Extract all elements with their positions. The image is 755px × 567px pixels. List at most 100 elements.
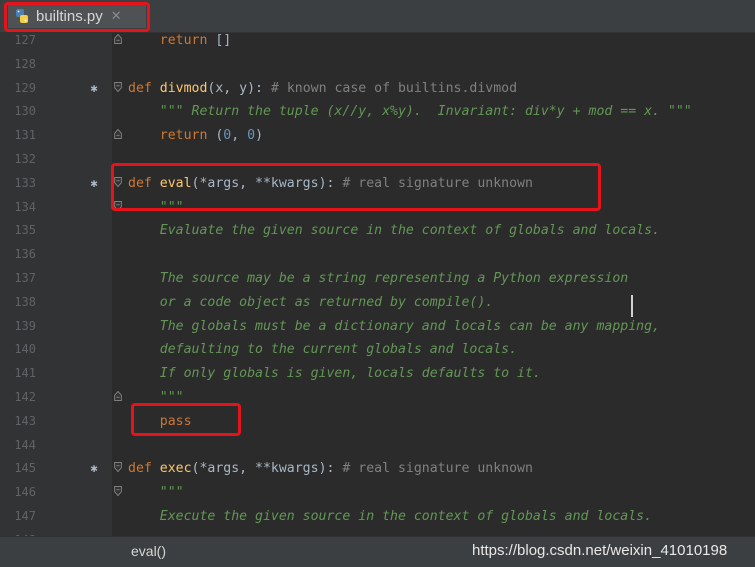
highlight-pass	[131, 403, 241, 436]
line-number: 131	[14, 128, 36, 143]
code-text: The source may be a string representing …	[128, 267, 628, 291]
code-token: (*args, **kwargs):	[191, 461, 343, 477]
code-text: """ Return the tuple (x//y, x%y). Invari…	[128, 100, 692, 124]
line-number: 139	[14, 318, 36, 333]
code-line[interactable]: 141 If only globals is given, locals def…	[0, 362, 755, 386]
code-text: Evaluate the given source in the context…	[128, 219, 660, 243]
line-number: 136	[14, 247, 36, 262]
code-line[interactable]: 147 Execute the given source in the cont…	[0, 505, 755, 529]
line-number: 141	[14, 366, 36, 381]
line-number: 142	[14, 390, 36, 404]
code-token: ,	[231, 128, 248, 144]
line-number: 143	[14, 413, 36, 428]
line-number: 135	[14, 223, 36, 238]
line-number: 144	[14, 437, 36, 452]
code-line[interactable]: 138 or a code object as returned by comp…	[0, 291, 755, 315]
code-token: If only globals is given, locals default…	[159, 366, 541, 382]
fold-end-icon[interactable]	[114, 391, 122, 401]
code-token: (x, y):	[207, 80, 271, 96]
code-token: []	[207, 33, 232, 48]
code-line[interactable]: 146 """	[0, 481, 755, 505]
code-token: )	[255, 128, 264, 144]
code-line[interactable]: 139 The globals must be a dictionary and…	[0, 315, 755, 339]
code-line[interactable]: 136	[0, 243, 755, 267]
fold-collapse-icon[interactable]	[114, 81, 122, 92]
code-line[interactable]: 140 defaulting to the current globals an…	[0, 338, 755, 362]
code-line[interactable]: 127 return []	[0, 32, 755, 53]
line-number: 145	[14, 461, 36, 476]
code-text: If only globals is given, locals default…	[128, 362, 541, 386]
bookmark-asterisk-icon[interactable]: ✱	[89, 172, 99, 196]
line-number: 132	[14, 152, 36, 166]
line-number: 129	[14, 80, 36, 95]
fold-collapse-icon[interactable]	[114, 462, 122, 473]
line-number: 148	[0, 529, 36, 536]
code-token: """	[159, 485, 184, 501]
code-text: defaulting to the current globals and lo…	[128, 338, 517, 362]
code-token: defaulting to the current globals and lo…	[159, 342, 518, 358]
code-text: def exec(*args, **kwargs): # real signat…	[128, 457, 533, 481]
code-line[interactable]: 135 Evaluate the given source in the con…	[0, 219, 755, 243]
code-text: or a code object as returned by compile(…	[128, 291, 493, 315]
code-token: divmod	[159, 80, 208, 96]
code-line[interactable]: 131 return (0, 0)	[0, 124, 755, 148]
line-number: 138	[14, 294, 36, 309]
code-line[interactable]: 144	[0, 434, 755, 458]
code-token: return	[159, 128, 208, 144]
fold-end-icon[interactable]	[114, 129, 122, 140]
code-line[interactable]: 143 pass	[0, 410, 755, 434]
line-number: 127	[14, 33, 36, 47]
code-token: The source may be a string representing …	[159, 271, 629, 286]
line-number: 128	[14, 56, 36, 71]
breadcrumb-eval[interactable]: eval()	[131, 543, 166, 559]
code-editor[interactable]: 127 return [] 128 129 ✱ def divmod(x, y): # …	[0, 32, 755, 536]
code-text: """	[128, 481, 184, 505]
code-token: exec	[159, 461, 192, 477]
code-token: 0	[247, 128, 256, 144]
code-token: (	[207, 128, 224, 144]
code-line[interactable]: 128	[0, 53, 755, 77]
code-text: Execute the given source in the context …	[128, 505, 652, 529]
code-text: return (0, 0)	[128, 124, 263, 148]
code-token: return	[159, 33, 208, 48]
status-bar: eval() https://blog.csdn.net/weixin_4101…	[0, 536, 755, 567]
code-token: # known case of builtins.divmod	[270, 80, 518, 96]
code-line[interactable]: 137 The source may be a string represent…	[0, 267, 755, 291]
line-number: 146	[14, 485, 36, 500]
code-token: def	[128, 461, 160, 477]
bookmark-asterisk-icon[interactable]: ✱	[89, 457, 99, 481]
highlight-tab	[4, 2, 150, 32]
watermark-url: https://blog.csdn.net/weixin_41010198	[472, 542, 728, 559]
line-number: 140	[14, 342, 36, 357]
code-token: # real signature unknown	[342, 461, 533, 477]
text-cursor	[631, 295, 633, 317]
fold-end-icon[interactable]	[114, 34, 122, 44]
code-line[interactable]: 148	[0, 529, 755, 536]
line-number: 133	[14, 175, 36, 190]
code-line[interactable]: 129 ✱ def divmod(x, y): # known case of bu…	[0, 77, 755, 101]
code-line[interactable]: 142 """	[0, 386, 755, 410]
code-text: def divmod(x, y): # known case of builti…	[128, 77, 517, 101]
code-token: """ Return the tuple (x//y, x%y). Invari…	[159, 104, 692, 120]
code-line[interactable]: 130 """ Return the tuple (x//y, x%y). In…	[0, 100, 755, 124]
code-token: Execute the given source in the context …	[159, 509, 653, 524]
highlight-eval-signature	[111, 163, 601, 211]
code-text: The globals must be a dictionary and loc…	[128, 315, 660, 339]
code-token: or a code object as returned by compile(…	[159, 294, 494, 310]
code-line[interactable]: 145 ✱ def exec(*args, **kwargs): # real si…	[0, 457, 755, 481]
line-number: 137	[14, 271, 36, 285]
bookmark-asterisk-icon[interactable]: ✱	[89, 77, 99, 101]
fold-collapse-icon[interactable]	[114, 486, 122, 497]
code-text: return []	[128, 32, 231, 53]
line-number: 147	[14, 509, 36, 523]
